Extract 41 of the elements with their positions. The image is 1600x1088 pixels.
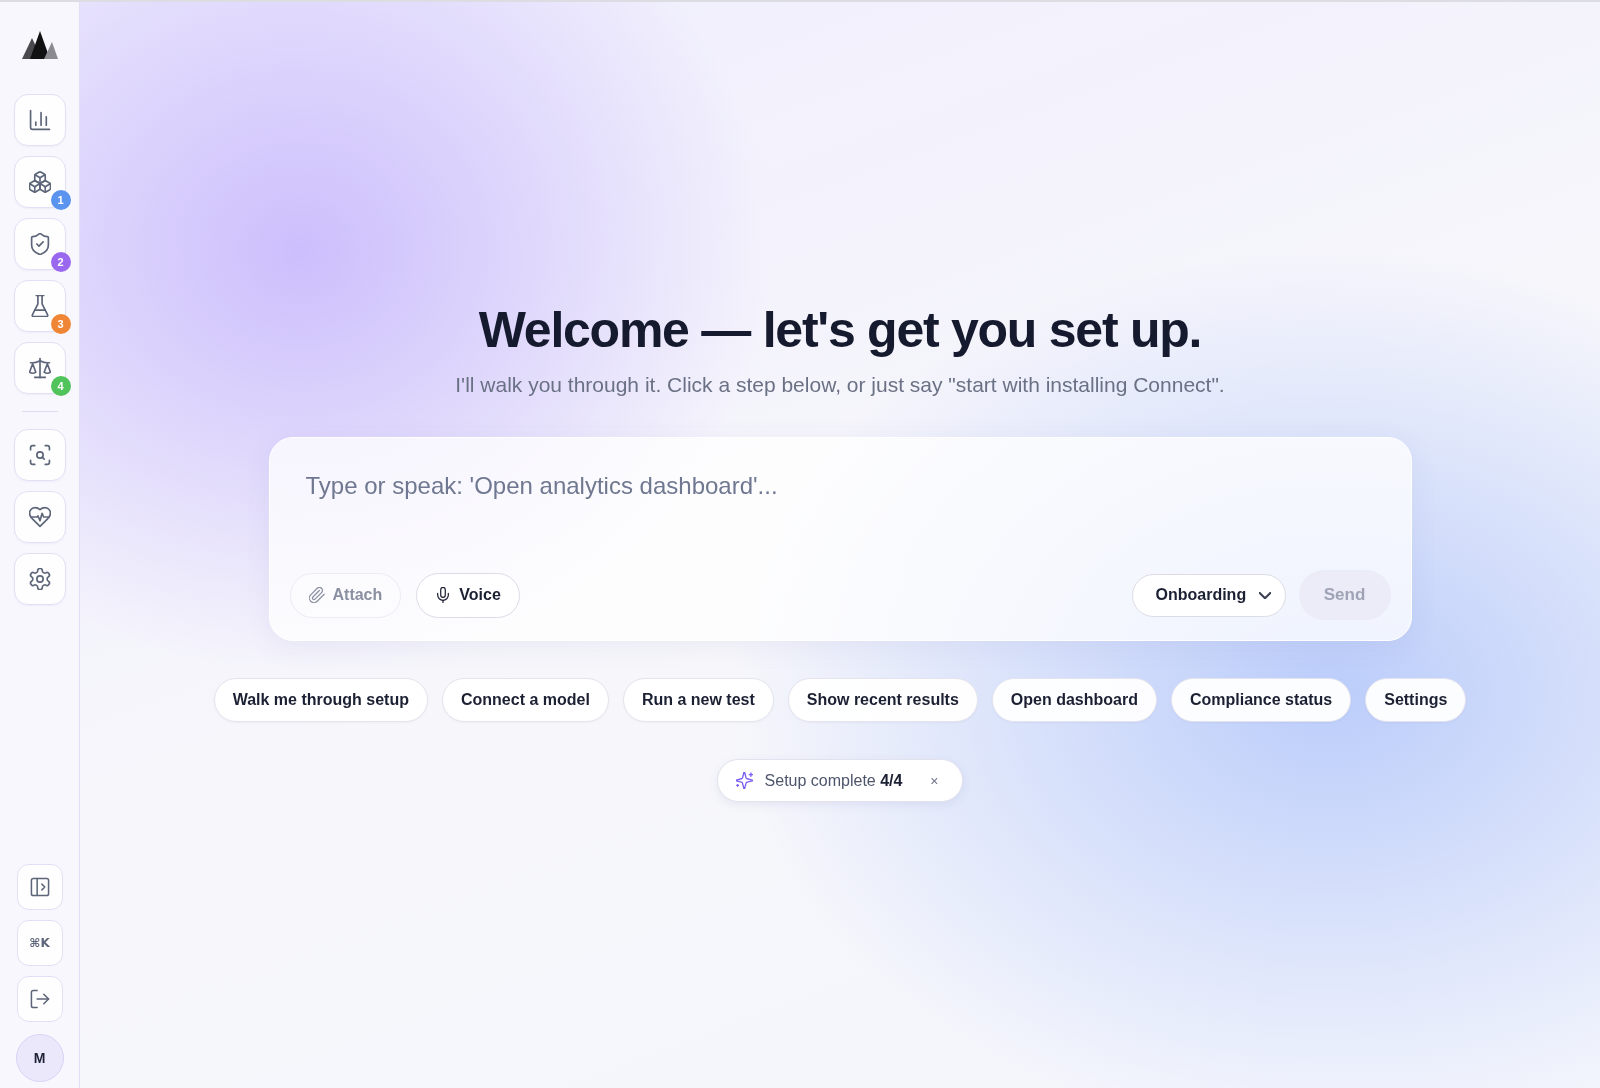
logout-icon	[29, 989, 50, 1009]
suggestion-chip[interactable]: Run a new test	[622, 678, 774, 722]
nav-button[interactable]	[13, 94, 66, 146]
shortcut-button[interactable]: ⌘K	[16, 920, 63, 966]
panel-chevron-icon	[29, 877, 50, 897]
shield-check-icon	[28, 233, 51, 255]
sparkles-icon	[735, 772, 753, 789]
welcome-subtitle: I'll walk you through it. Click a step below, or just say "start with installing Connect".	[455, 372, 1225, 398]
mode-dropdown[interactable]: Onboarding	[1131, 573, 1286, 617]
setup-status-text: Setup complete 4/4	[764, 770, 903, 791]
count-badge: 3	[50, 314, 71, 334]
suggestion-chip[interactable]: Settings	[1365, 678, 1467, 722]
microphone-icon	[435, 587, 452, 603]
scale-icon	[28, 357, 51, 379]
count-badge: 2	[50, 252, 71, 272]
close-button[interactable]: ×	[928, 771, 941, 790]
nav-button[interactable]	[13, 491, 66, 543]
nav-button[interactable]	[13, 429, 66, 481]
cubes-icon	[28, 171, 51, 193]
flask-icon	[28, 295, 51, 317]
suggestion-chip[interactable]: Compliance status	[1170, 678, 1352, 722]
suggestion-chip[interactable]: Open dashboard	[991, 678, 1157, 722]
nav-button[interactable]	[13, 553, 66, 605]
chevron-down-icon	[1258, 591, 1271, 599]
message-input[interactable]: Type or speak: 'Open analytics dashboard'...	[289, 458, 1391, 552]
suggestion-chip[interactable]: Show recent results	[787, 678, 978, 722]
logout-button[interactable]	[16, 976, 63, 1022]
paperclip-icon	[308, 587, 325, 603]
user-avatar[interactable]: M	[15, 1034, 64, 1082]
mountain-logo	[21, 31, 58, 59]
voice-button[interactable]: Voice	[416, 572, 520, 618]
sidebar-toggle-button[interactable]	[16, 864, 63, 910]
suggestion-chip[interactable]: Connect a model	[441, 678, 609, 722]
suggestion-chip[interactable]: Walk me through setup	[213, 678, 428, 722]
heart-pulse-icon	[28, 506, 51, 528]
count-badge: 1	[50, 190, 71, 210]
bar-chart-icon	[28, 109, 51, 131]
count-badge: 4	[50, 376, 71, 396]
settings-icon	[28, 568, 51, 590]
scan-search-icon	[28, 444, 51, 466]
welcome-heading: Welcome — let's get you set up.	[478, 302, 1202, 358]
